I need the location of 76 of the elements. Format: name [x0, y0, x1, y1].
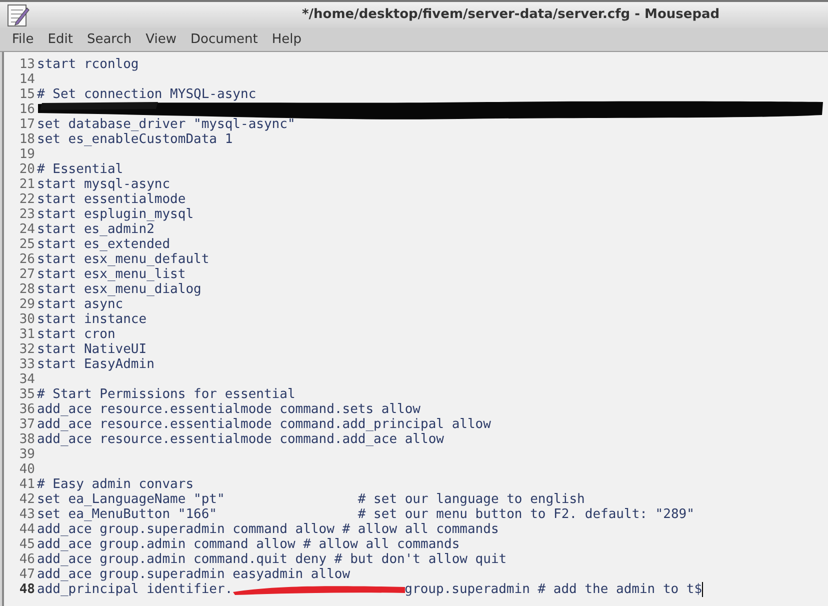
line-number: 28 [18, 282, 36, 297]
line-number: 42 [18, 492, 36, 507]
code-line: start EasyAdmin [37, 357, 154, 372]
menu-item[interactable]: Help [266, 30, 308, 50]
line-number: 29 [18, 297, 36, 312]
line-number: 45 [18, 537, 36, 552]
code-line: add_principal identifier. [37, 582, 233, 597]
line-number: 40 [18, 462, 36, 477]
line-number: 25 [18, 237, 36, 252]
line-number: 23 [18, 207, 36, 222]
line-number: 27 [18, 267, 36, 282]
line-number: 33 [18, 357, 36, 372]
code-line: add_ace group.superadmin easyadmin allow [37, 567, 350, 582]
code-line: start esx_menu_default [37, 252, 210, 267]
line-number: 22 [18, 192, 36, 207]
code-line: set ea_LanguageName "pt" # set our language to english [37, 492, 585, 507]
line-number: 44 [18, 522, 36, 537]
code-line: add_ace resource.essentialmode command.sets allow [37, 402, 421, 417]
line-number: 30 [18, 312, 36, 327]
window-title: */home/desktop/fivem/server-data/server.cfg - Mousepad [302, 6, 720, 24]
code-line: set es_enableCustomData 1 [37, 132, 233, 147]
line-number: 41 [18, 477, 36, 492]
line-number: 43 [18, 507, 36, 522]
code-line: add_ace resource.essentialmode command.add_ace allow [37, 432, 444, 447]
code-line: # Start Permissions for essential [37, 387, 296, 402]
code-line: start esplugin_mysql [37, 207, 194, 222]
code-line: start cron [37, 327, 116, 342]
code-line: add_ace group.superadmin command allow # allow all commands [37, 522, 499, 537]
code-line: start es_admin2 [37, 222, 154, 237]
line-number: 36 [18, 402, 36, 417]
code-line: start rconlog [37, 57, 139, 72]
line-number: 19 [18, 147, 36, 162]
menu-item[interactable]: Document [184, 30, 264, 50]
code-line: add_ace group.admin command.quit deny # but don't allow quit [37, 552, 507, 567]
code-line: start esx_menu_dialog [37, 282, 202, 297]
code-line: start es_extended [37, 237, 170, 252]
menu-item[interactable]: View [140, 30, 182, 50]
line-number: 18 [18, 132, 36, 147]
code-line: add_ace resource.essentialmode command.add_principal allow [37, 417, 491, 432]
code-line: set ea_MenuButton "166" # set our menu button to F2. default: "289" [37, 507, 694, 522]
line-number: 39 [18, 447, 36, 462]
code-line: start instance [37, 312, 147, 327]
text-editor[interactable] [2, 52, 828, 606]
line-number: 20 [18, 162, 36, 177]
line-number: 34 [18, 372, 36, 387]
code-line: # Set connection MYSQL-async [37, 87, 256, 102]
line-number: 31 [18, 327, 36, 342]
line-number: 15 [18, 87, 36, 102]
code-line: set database_driver "mysql-async" [37, 117, 296, 132]
line-number: 24 [18, 222, 36, 237]
line-number: 13 [18, 57, 36, 72]
code-line: start async [37, 297, 124, 312]
menu-item[interactable]: Search [80, 30, 138, 50]
line-number: 35 [18, 387, 36, 402]
code-line: start esx_menu_list [37, 267, 186, 282]
code-line: group.superadmin # add the admin to t$ [404, 582, 702, 597]
line-number: 37 [18, 417, 36, 432]
line-number: 46 [18, 552, 36, 567]
code-line: start essentialmode [37, 192, 186, 207]
code-line: # Easy admin convars [37, 477, 194, 492]
line-number: 47 [18, 567, 36, 582]
line-number: 16 [18, 102, 36, 117]
line-number: 21 [18, 177, 36, 192]
text-cursor [702, 582, 704, 597]
line-number: 38 [18, 432, 36, 447]
code-line: add_ace group.admin command allow # allow all commands [37, 537, 460, 552]
menu-item[interactable]: File [6, 30, 40, 50]
line-number: 17 [18, 117, 36, 132]
line-number: 26 [18, 252, 36, 267]
code-line: start NativeUI [37, 342, 147, 357]
line-number: 48 [18, 582, 36, 597]
code-line: # Essential [37, 162, 124, 177]
code-line: start mysql-async [37, 177, 170, 192]
line-number: 14 [18, 72, 36, 87]
line-number: 32 [18, 342, 36, 357]
menu-item[interactable]: Edit [42, 30, 79, 50]
